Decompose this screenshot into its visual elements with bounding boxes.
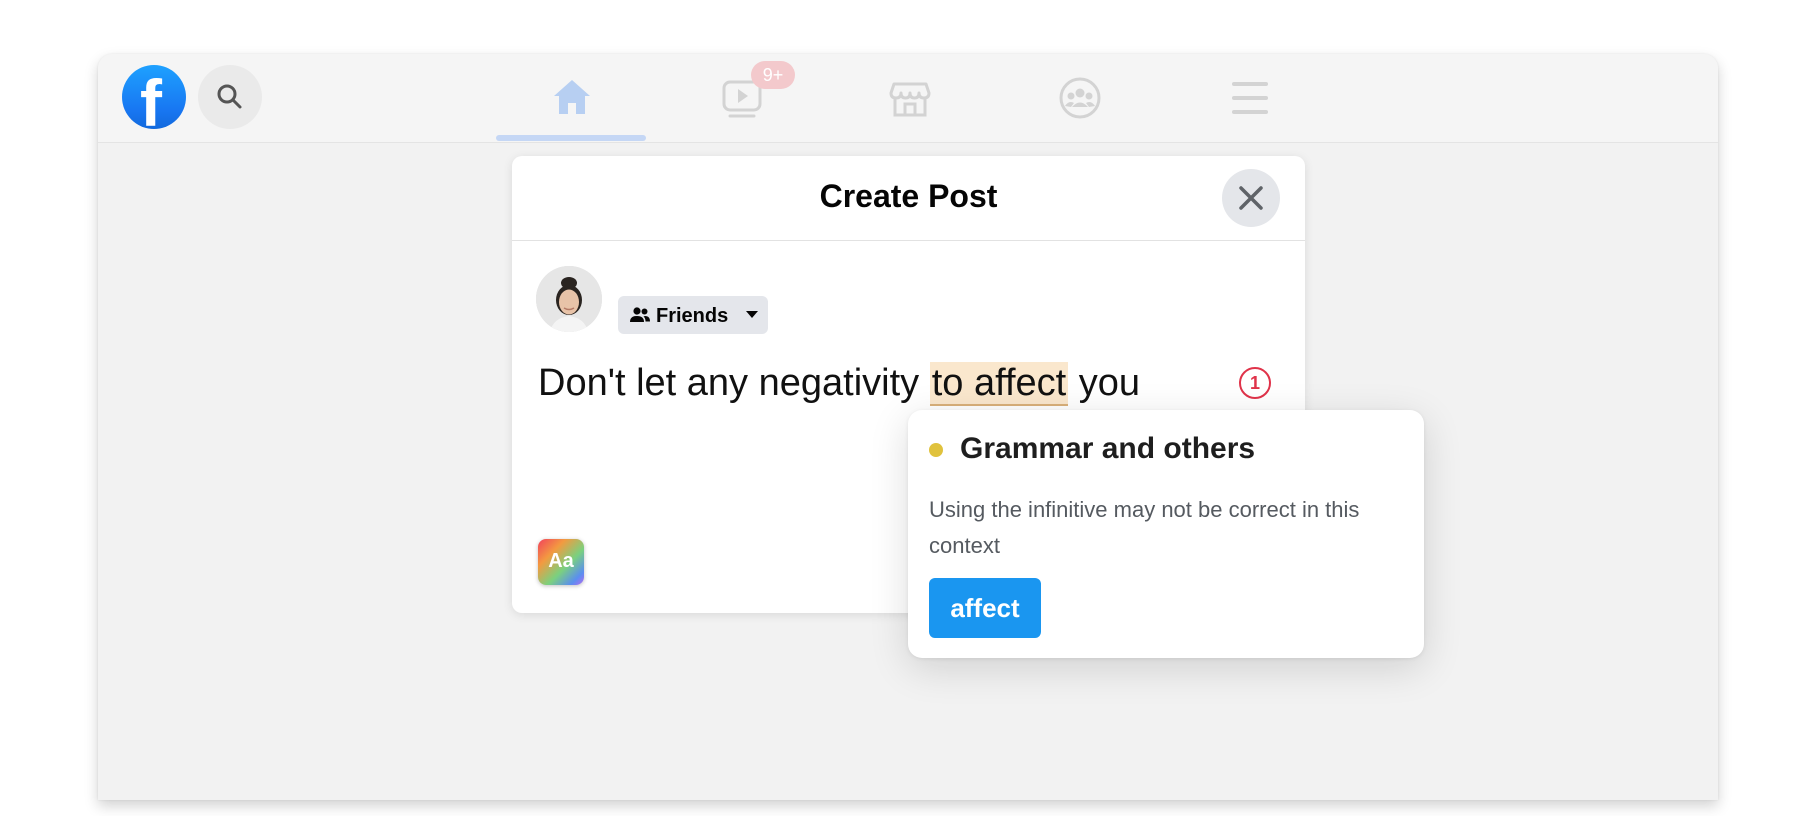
marketplace-icon <box>889 82 931 117</box>
nav-marketplace-tab[interactable] <box>886 74 934 122</box>
search-button[interactable] <box>198 65 262 129</box>
apply-suggestion-button[interactable]: affect <box>929 578 1041 638</box>
caret-down-icon <box>746 311 758 318</box>
top-navigation-bar: f 9+ <box>98 54 1718 143</box>
close-button[interactable] <box>1222 169 1280 227</box>
friends-icon <box>630 307 650 322</box>
text-format-button[interactable]: Aa <box>538 539 584 585</box>
category-dot-icon <box>929 443 943 457</box>
grammar-suggestion-popover: Grammar and others Using the infinitive … <box>908 410 1424 658</box>
post-text-input[interactable]: Don't let any negativity to affect you <box>538 362 1141 406</box>
facebook-logo-letter: f <box>140 66 162 140</box>
watch-notification-badge: 9+ <box>751 61 795 89</box>
avatar <box>536 266 602 332</box>
nav-home-tab[interactable] <box>548 74 596 122</box>
dialog-title: Create Post <box>819 178 998 214</box>
audience-selector[interactable]: Friends <box>618 296 768 334</box>
groups-icon <box>1059 77 1101 119</box>
flagged-phrase[interactable]: to affect <box>929 362 1069 406</box>
nav-menu-tab[interactable] <box>1226 74 1274 122</box>
audience-label: Friends <box>656 305 729 327</box>
nav-groups-tab[interactable] <box>1056 74 1104 122</box>
home-icon <box>554 80 590 114</box>
issue-count-indicator[interactable]: 1 <box>1239 367 1271 399</box>
post-text-segment: you <box>1068 362 1141 404</box>
menu-icon <box>1232 82 1268 114</box>
dialog-header: Create Post <box>512 156 1305 241</box>
facebook-logo[interactable]: f <box>122 65 186 140</box>
suggestion-category: Grammar and others <box>960 432 1256 465</box>
close-icon <box>1239 186 1263 210</box>
user-photo-icon <box>536 266 602 332</box>
suggestion-description: Using the infinitive may not be correct … <box>929 497 1360 558</box>
search-icon <box>217 84 242 109</box>
post-text-segment: Don't let any negativity <box>538 362 930 404</box>
active-tab-indicator <box>496 135 646 141</box>
text-format-label: Aa <box>548 550 574 572</box>
